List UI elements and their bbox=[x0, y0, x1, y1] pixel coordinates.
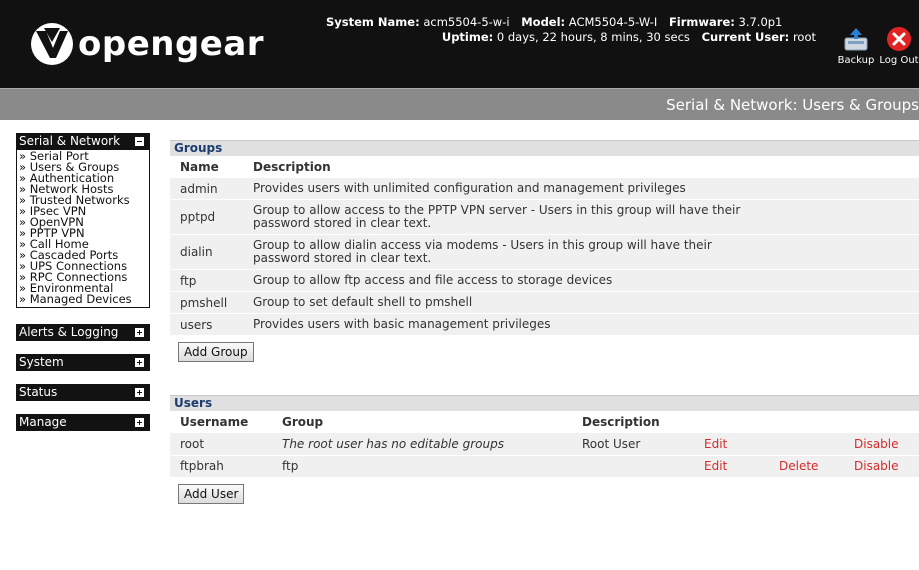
description-cell: Root User bbox=[582, 433, 704, 456]
group-cell: The root user has no editable groups bbox=[282, 433, 582, 456]
table-row[interactable]: pmshell Group to set default shell to pm… bbox=[170, 291, 919, 314]
system-info: System Name: acm5504-5-w-i Model: ACM550… bbox=[326, 15, 816, 45]
table-row[interactable]: root The root user has no editable group… bbox=[170, 433, 919, 456]
collapse-icon[interactable] bbox=[135, 137, 144, 146]
table-row[interactable]: ftpbrah ftp Edit Delete Disable bbox=[170, 455, 919, 478]
brand-name: opengear bbox=[78, 24, 265, 64]
disable-link[interactable]: Disable bbox=[854, 455, 919, 478]
opengear-logo-icon bbox=[31, 23, 73, 65]
edit-link[interactable]: Edit bbox=[704, 455, 779, 478]
current-user-label: Current User: bbox=[701, 30, 790, 44]
group-description-line: password stored in clear text. bbox=[253, 216, 432, 230]
table-row[interactable]: admin Provides users with unlimited conf… bbox=[170, 178, 919, 200]
groups-table: Name Description admin Provides users wi… bbox=[170, 156, 919, 336]
page-title: Serial & Network: Users & Groups bbox=[666, 96, 919, 114]
column-header-description: Description bbox=[582, 415, 660, 429]
model-label: Model: bbox=[521, 15, 566, 29]
header: opengear System Name: acm5504-5-w-i Mode… bbox=[0, 0, 919, 88]
group-name: users bbox=[170, 313, 250, 336]
groups-section-title: Groups bbox=[170, 140, 919, 156]
sidebar-section-status[interactable]: Status bbox=[16, 384, 150, 401]
group-description: Group to allow access to the PPTP VPN se… bbox=[250, 199, 919, 235]
uptime-label: Uptime: bbox=[441, 30, 494, 44]
add-group-button[interactable]: Add Group bbox=[178, 342, 254, 362]
description-cell bbox=[582, 455, 704, 478]
sidebar-section-label: Status bbox=[19, 385, 58, 399]
group-name: dialin bbox=[170, 234, 250, 270]
column-header-group: Group bbox=[282, 415, 324, 429]
group-description: Group to allow ftp access and file acces… bbox=[250, 269, 919, 292]
expand-icon[interactable] bbox=[135, 358, 144, 367]
sidebar-section-manage[interactable]: Manage bbox=[16, 414, 150, 431]
table-row[interactable]: users Provides users with basic manageme… bbox=[170, 313, 919, 336]
logout-button[interactable]: Log Out bbox=[877, 26, 919, 66]
users-section-title: Users bbox=[170, 395, 919, 411]
delete-link bbox=[779, 433, 854, 456]
username-cell: ftpbrah bbox=[170, 455, 282, 478]
sidebar-section-label: Manage bbox=[19, 415, 67, 429]
expand-icon[interactable] bbox=[135, 418, 144, 427]
expand-icon[interactable] bbox=[135, 388, 144, 397]
group-description: Group to set default shell to pmshell bbox=[250, 291, 919, 314]
group-description-line: Group to allow ftp access and file acces… bbox=[253, 273, 613, 287]
sidebar-section-label: Serial & Network bbox=[19, 134, 121, 148]
sidebar-menu: Serial Port Users & Groups Authenticatio… bbox=[16, 150, 150, 308]
backup-label: Backup bbox=[837, 55, 875, 66]
group-description-line: password stored in clear text. bbox=[253, 251, 432, 265]
sidebar-section-alerts-logging[interactable]: Alerts & Logging bbox=[16, 324, 150, 341]
group-cell: ftp bbox=[282, 455, 582, 478]
table-row[interactable]: pptpd Group to allow access to the PPTP … bbox=[170, 199, 919, 235]
delete-link[interactable]: Delete bbox=[779, 455, 854, 478]
model-value: ACM5504-5-W-I bbox=[568, 15, 658, 29]
table-row[interactable]: ftp Group to allow ftp access and file a… bbox=[170, 269, 919, 292]
firmware-label: Firmware: bbox=[668, 15, 735, 29]
group-description-line: Group to set default shell to pmshell bbox=[253, 295, 473, 309]
table-row[interactable]: dialin Group to allow dialin access via … bbox=[170, 234, 919, 270]
group-name: admin bbox=[170, 178, 250, 200]
column-header-username: Username bbox=[180, 415, 249, 429]
sidebar-section-label: System bbox=[19, 355, 64, 369]
title-bar: Serial & Network: Users & Groups bbox=[0, 88, 919, 120]
column-header-description: Description bbox=[253, 160, 331, 174]
expand-icon[interactable] bbox=[135, 328, 144, 337]
column-header-name: Name bbox=[180, 160, 219, 174]
add-user-button[interactable]: Add User bbox=[178, 483, 245, 504]
sidebar-section-serial-network[interactable]: Serial & Network bbox=[16, 133, 150, 150]
group-description: Group to allow dialin access via modems … bbox=[250, 234, 919, 270]
system-name-label: System Name: bbox=[326, 15, 420, 29]
uptime-value: 0 days, 22 hours, 8 mins, 30 secs bbox=[496, 30, 690, 44]
group-description-line: Provides users with basic management pri… bbox=[253, 317, 551, 331]
sidebar-section-label: Alerts & Logging bbox=[19, 325, 119, 339]
main-content: Groups Name Description admin Provides u… bbox=[170, 140, 919, 504]
firmware-value: 3.7.0p1 bbox=[738, 15, 783, 29]
backup-icon bbox=[843, 26, 869, 52]
opengear-logo[interactable]: opengear bbox=[30, 14, 264, 74]
backup-button[interactable]: Backup bbox=[834, 26, 878, 66]
group-description-line: Provides users with unlimited configurat… bbox=[253, 181, 686, 195]
logout-icon bbox=[886, 26, 912, 52]
logout-label: Log Out bbox=[879, 55, 919, 66]
group-description: Provides users with basic management pri… bbox=[250, 313, 919, 336]
username-cell: root bbox=[170, 433, 282, 456]
sidebar-item-managed-devices[interactable]: Managed Devices bbox=[19, 293, 149, 305]
disable-link[interactable]: Disable bbox=[854, 433, 919, 456]
current-user-value: root bbox=[792, 30, 816, 44]
edit-link[interactable]: Edit bbox=[704, 433, 779, 456]
sidebar: Serial & Network Serial Port Users & Gro… bbox=[16, 133, 150, 431]
sidebar-section-system[interactable]: System bbox=[16, 354, 150, 371]
system-name-value: acm5504-5-w-i bbox=[423, 15, 510, 29]
group-name: pmshell bbox=[170, 291, 250, 314]
users-table: Username Group Description root The root… bbox=[170, 411, 919, 478]
group-description: Provides users with unlimited configurat… bbox=[250, 178, 919, 200]
group-name: pptpd bbox=[170, 199, 250, 235]
group-name: ftp bbox=[170, 269, 250, 292]
